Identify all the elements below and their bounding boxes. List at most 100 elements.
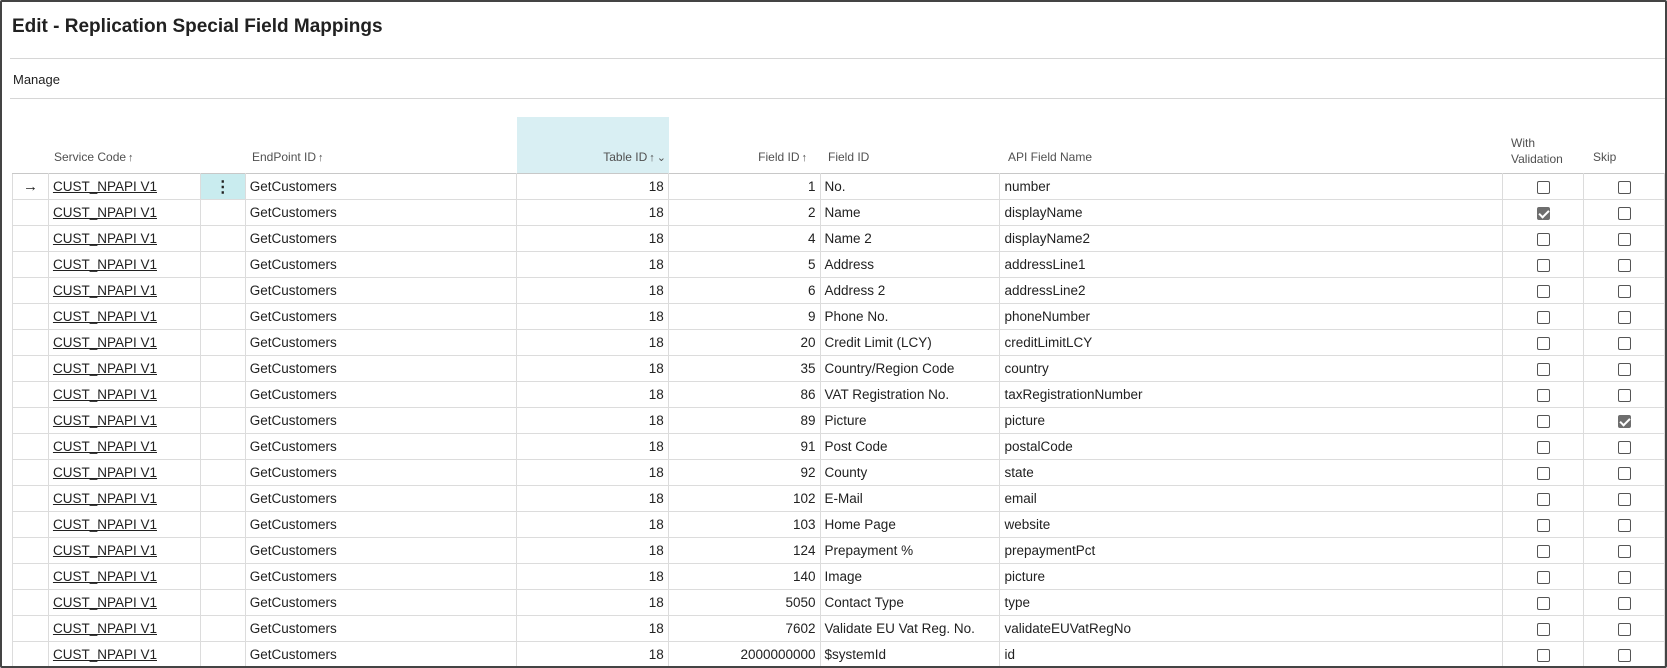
service-code-cell[interactable]: CUST_NPAPI V1 [47,173,201,200]
table-id-cell[interactable]: 18 [516,615,669,642]
chevron-down-icon[interactable]: ⌄ [657,152,666,164]
api-field-name-cell[interactable]: displayName2 [999,225,1504,252]
table-row[interactable]: CUST_NPAPI V1 GetCustomers 18 2000000000 $sy… [12,641,1665,666]
api-field-name-cell[interactable]: taxRegistrationNumber [999,381,1504,408]
more-options-icon[interactable]: ⋮ [215,179,231,196]
api-field-name-cell[interactable]: website [999,511,1504,538]
field-name-cell[interactable]: Phone No. [819,303,1001,330]
with-validation-checkbox[interactable] [1536,596,1550,610]
with-validation-checkbox[interactable] [1536,648,1550,662]
table-row[interactable]: CUST_NPAPI V1 GetCustomers 18 91 Post Code po… [12,433,1665,460]
with-validation-checkbox[interactable] [1536,518,1550,532]
skip-checkbox[interactable] [1617,518,1631,532]
service-code-cell[interactable]: CUST_NPAPI V1 [47,329,201,356]
table-row[interactable]: CUST_NPAPI V1 GetCustomers 18 103 Home Page w… [12,511,1665,538]
skip-checkbox[interactable] [1617,622,1631,636]
service-code-cell[interactable]: CUST_NPAPI V1 [47,225,201,252]
row-actions-icon[interactable] [199,459,246,486]
table-row[interactable]: CUST_NPAPI V1 GetCustomers 18 140 Image pictu… [12,563,1665,590]
field-name-cell[interactable]: Contact Type [819,589,1001,616]
endpoint-id-cell[interactable]: GetCustomers [244,199,518,226]
api-field-name-cell[interactable]: number [999,173,1504,200]
skip-checkbox[interactable] [1617,362,1631,376]
row-actions-icon[interactable] [199,563,246,590]
service-code-link[interactable]: CUST_NPAPI V1 [53,491,157,506]
service-code-link[interactable]: CUST_NPAPI V1 [53,283,157,298]
table-row[interactable]: CUST_NPAPI V1 GetCustomers 18 89 Picture pict… [12,407,1665,434]
api-field-name-cell[interactable]: picture [999,563,1504,590]
service-code-link[interactable]: CUST_NPAPI V1 [53,387,157,402]
api-field-name-cell[interactable]: addressLine2 [999,277,1504,304]
row-actions-icon[interactable] [199,277,246,304]
column-header-table-id[interactable]: Table ID ↑ ⌄ [562,149,666,166]
service-code-cell[interactable]: CUST_NPAPI V1 [47,277,201,304]
service-code-link[interactable]: CUST_NPAPI V1 [53,335,157,350]
service-code-cell[interactable]: CUST_NPAPI V1 [47,433,201,460]
api-field-name-cell[interactable]: addressLine1 [999,251,1504,278]
service-code-link[interactable]: CUST_NPAPI V1 [53,439,157,454]
field-id-cell[interactable]: 5050 [667,589,821,616]
endpoint-id-cell[interactable]: GetCustomers [244,563,518,590]
field-id-cell[interactable]: 102 [667,485,821,512]
service-code-link[interactable]: CUST_NPAPI V1 [53,413,157,428]
endpoint-id-cell[interactable]: GetCustomers [244,381,518,408]
field-name-cell[interactable]: Name [819,199,1001,226]
skip-checkbox[interactable] [1617,492,1631,506]
row-actions-icon[interactable] [199,511,246,538]
api-field-name-cell[interactable]: phoneNumber [999,303,1504,330]
endpoint-id-cell[interactable]: GetCustomers [244,589,518,616]
field-id-cell[interactable]: 6 [667,277,821,304]
service-code-link[interactable]: CUST_NPAPI V1 [53,569,157,584]
endpoint-id-cell[interactable]: GetCustomers [244,225,518,252]
column-header-api-field-name[interactable]: API Field Name [1008,149,1092,165]
field-name-cell[interactable]: Validate EU Vat Reg. No. [819,615,1001,642]
with-validation-checkbox[interactable] [1536,414,1550,428]
skip-checkbox[interactable] [1617,648,1631,662]
with-validation-checkbox[interactable] [1536,362,1550,376]
service-code-link[interactable]: CUST_NPAPI V1 [53,621,157,636]
endpoint-id-cell[interactable]: GetCustomers [244,303,518,330]
skip-checkbox[interactable] [1617,284,1631,298]
row-actions-icon[interactable] [199,615,246,642]
service-code-cell[interactable]: CUST_NPAPI V1 [47,641,201,666]
row-actions-icon[interactable] [199,485,246,512]
table-id-cell[interactable]: 18 [516,251,669,278]
service-code-link[interactable]: CUST_NPAPI V1 [53,465,157,480]
table-row[interactable]: CUST_NPAPI V1 GetCustomers 18 92 County state [12,459,1665,486]
row-actions-icon[interactable] [199,303,246,330]
skip-checkbox[interactable] [1617,570,1631,584]
manage-menu[interactable]: Manage [13,72,60,87]
endpoint-id-cell[interactable]: GetCustomers [244,485,518,512]
skip-checkbox[interactable] [1617,466,1631,480]
table-id-cell[interactable]: 18 [516,485,669,512]
skip-checkbox[interactable] [1617,336,1631,350]
field-id-cell[interactable]: 2000000000 [667,641,821,666]
table-id-cell[interactable]: 18 [516,641,669,666]
with-validation-checkbox[interactable] [1536,206,1550,220]
endpoint-id-cell[interactable]: GetCustomers [244,329,518,356]
service-code-link[interactable]: CUST_NPAPI V1 [53,543,157,558]
field-name-cell[interactable]: Prepayment % [819,537,1001,564]
field-name-cell[interactable]: $systemId [819,641,1001,666]
table-row[interactable]: → CUST_NPAPI V1 ⋮ GetCustomers 18 1 No. number [12,173,1665,200]
row-actions-icon[interactable]: ⋮ [199,173,246,200]
endpoint-id-cell[interactable]: GetCustomers [244,511,518,538]
row-actions-icon[interactable] [199,589,246,616]
field-id-cell[interactable]: 103 [667,511,821,538]
table-id-cell[interactable]: 18 [516,433,669,460]
service-code-cell[interactable]: CUST_NPAPI V1 [47,407,201,434]
service-code-link[interactable]: CUST_NPAPI V1 [53,179,157,194]
row-actions-icon[interactable] [199,199,246,226]
field-name-cell[interactable]: E-Mail [819,485,1001,512]
skip-checkbox[interactable] [1617,440,1631,454]
endpoint-id-cell[interactable]: GetCustomers [244,615,518,642]
table-id-cell[interactable]: 18 [516,303,669,330]
service-code-link[interactable]: CUST_NPAPI V1 [53,205,157,220]
skip-checkbox[interactable] [1617,232,1631,246]
endpoint-id-cell[interactable]: GetCustomers [244,459,518,486]
column-header-with-validation[interactable]: With Validation [1511,135,1563,167]
service-code-cell[interactable]: CUST_NPAPI V1 [47,485,201,512]
table-id-cell[interactable]: 18 [516,459,669,486]
row-actions-icon[interactable] [199,355,246,382]
api-field-name-cell[interactable]: picture [999,407,1504,434]
